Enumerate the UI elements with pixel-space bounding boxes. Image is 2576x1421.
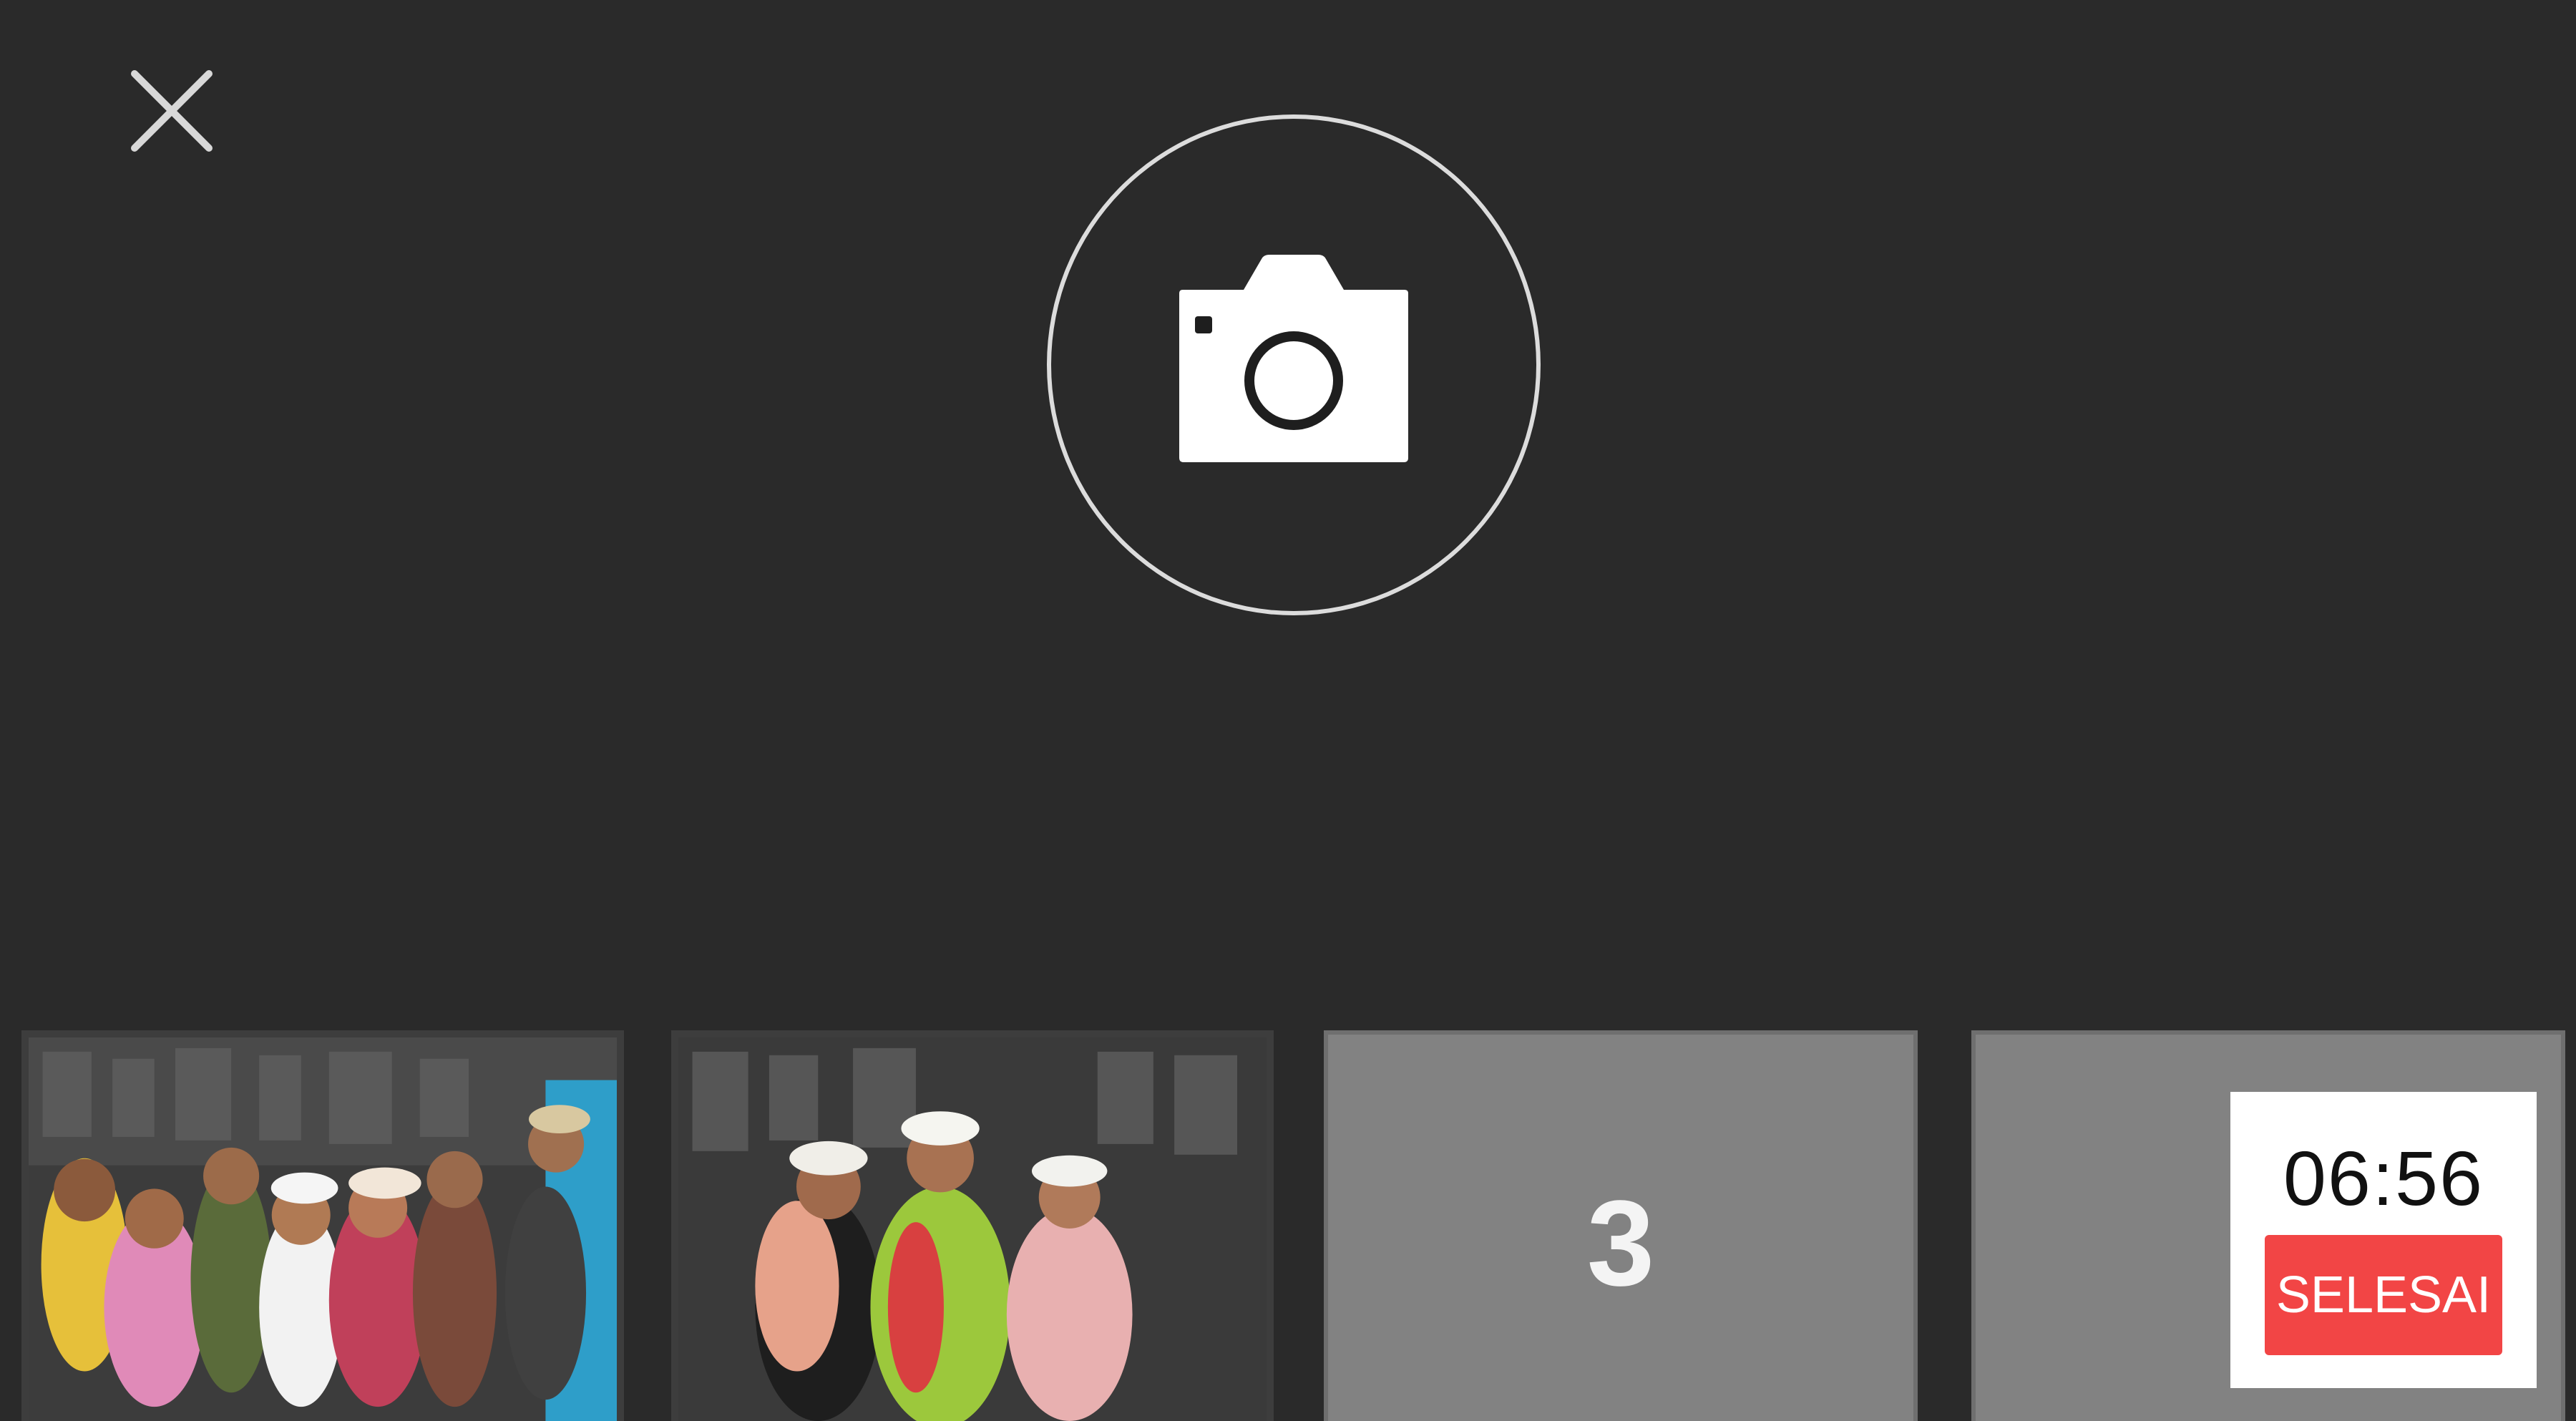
photo-strip: 3 [0,1023,2576,1421]
finish-button[interactable]: SELESAI [2265,1235,2502,1355]
close-icon [131,70,213,152]
countdown-timer: 06:56 [2283,1135,2484,1221]
photobooth-screen: 3 06:56 SELESAI [0,0,2576,1421]
slot-number: 3 [1586,1176,1655,1312]
close-button[interactable] [122,61,222,161]
captured-photo-1 [29,1037,617,1421]
captured-photo-2 [678,1037,1267,1421]
shutter-button[interactable] [1047,114,1541,615]
photo-slot-3[interactable]: 3 [1324,1030,1918,1421]
timer-panel: 06:56 SELESAI [2230,1092,2537,1388]
camera-icon [1179,255,1408,462]
photo-slot-2[interactable] [671,1030,1274,1421]
photo-slot-1[interactable] [21,1030,624,1421]
